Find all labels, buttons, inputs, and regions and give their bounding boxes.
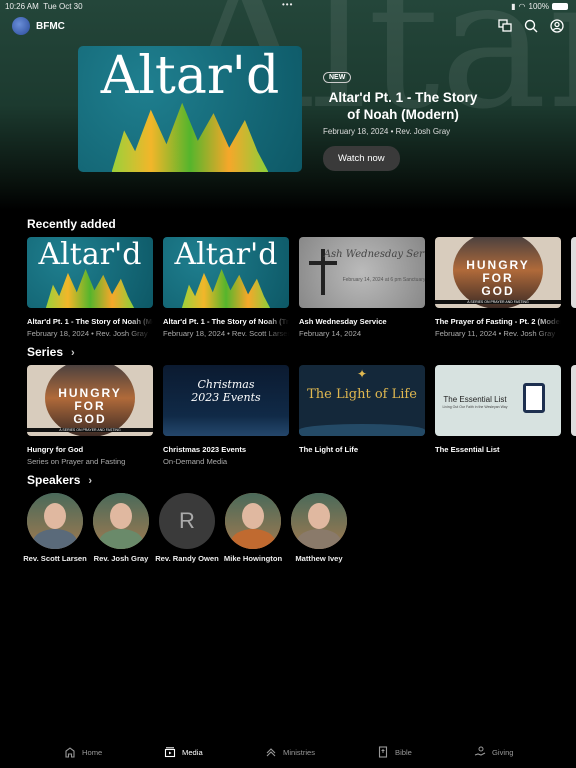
speaker-avatar <box>27 493 83 549</box>
thumbnail: Ash Wednesday ServiceFebruary 14, 2024 a… <box>299 237 425 308</box>
speaker-name: Matthew Ivey <box>295 554 343 563</box>
speaker[interactable]: Rev. Josh Gray <box>93 493 149 564</box>
media-card[interactable]: Altar'd Altar'd Pt. 1 - The Story of Noah… <box>163 237 289 338</box>
hero-meta: February 18, 2024 • Rev. Josh Gray <box>323 127 451 136</box>
card-subtitle: On-Demand Media <box>163 457 228 466</box>
speaker-avatar <box>291 493 347 549</box>
status-time: 10:26 AM Tue Oct 30 <box>5 2 83 11</box>
media-card[interactable]: The Essential List Living Out Our Faith i… <box>435 365 561 466</box>
search-icon[interactable] <box>524 19 538 33</box>
flames-art <box>111 102 269 172</box>
chevrons-up-icon <box>266 748 276 757</box>
media-card[interactable]: HUNGRY FOR GOD A SERIES ON PRAYER AND FAS… <box>27 365 153 466</box>
thumbnail: HUNGRY FOR GOD A SERIES ON PRAYER AND FAS… <box>435 237 561 308</box>
thumbnail: Altar'd <box>163 237 289 308</box>
series-row: HUNGRY FOR GOD A SERIES ON PRAYER AND FAS… <box>27 365 576 466</box>
card-subtitle: February 11, 2024 • Rev. Josh Gray <box>435 329 556 338</box>
card-title: Ash Wednesday Service <box>299 317 387 326</box>
card-title: Christmas 2023 Events <box>163 445 247 454</box>
speaker[interactable]: Matthew Ivey <box>291 493 347 564</box>
thumbnail: The Essential List Living Out Our Faith i… <box>435 365 561 436</box>
multitask-dots: ••• <box>282 0 294 9</box>
tab-media[interactable]: Media <box>164 746 203 758</box>
hero-info: NEW Altar'd Pt. 1 - The Story of Noah (M… <box>323 66 483 171</box>
new-badge: NEW <box>323 72 352 83</box>
speaker-avatar <box>225 493 281 549</box>
media-card[interactable]: Ash Wednesday ServiceFebruary 14, 2024 a… <box>299 237 425 338</box>
card-title: Altar'd Pt. 1 - The Story of Noah (Moder… <box>27 317 153 326</box>
church-logo[interactable] <box>12 17 30 35</box>
home-icon <box>65 747 75 758</box>
tab-label: Media <box>182 747 203 757</box>
card-title: The Essential List <box>435 445 500 454</box>
brand-name: BFMC <box>36 20 65 32</box>
speaker-name: Rev. Randy Owen <box>155 554 219 563</box>
speaker[interactable]: R Rev. Randy Owen <box>155 493 219 564</box>
tab-bible[interactable]: Bible <box>377 746 412 758</box>
speaker[interactable]: Mike Howington <box>224 493 282 564</box>
speakers-row: Rev. Scott Larsen Rev. Josh Gray R Rev. Ran… <box>23 493 347 564</box>
card-subtitle: February 18, 2024 • Rev. Scott Larsen <box>163 329 289 338</box>
speaker-avatar <box>93 493 149 549</box>
tab-ministries[interactable]: Ministries <box>265 746 315 758</box>
speaker[interactable]: Rev. Scott Larsen <box>23 493 87 564</box>
hero-artwork[interactable]: Altar'd <box>78 46 302 172</box>
watch-now-button[interactable]: Watch now <box>323 146 400 171</box>
media-card-partial[interactable] <box>571 237 576 338</box>
account-icon[interactable] <box>550 19 564 33</box>
chevron-right-icon: › <box>71 347 75 359</box>
recently-added-row: Altar'd Altar'd Pt. 1 - The Story of Noah… <box>27 237 576 338</box>
series-heading[interactable]: Series › <box>27 345 75 359</box>
tab-label: Giving <box>492 747 514 757</box>
tab-label: Ministries <box>283 747 316 757</box>
hero-title: Altar'd Pt. 1 - The Story of Noah (Moder… <box>328 90 478 122</box>
media-card[interactable]: Christmas 2023 Events Christmas 2023 Even… <box>163 365 289 466</box>
card-title: Hungry for God <box>27 445 84 454</box>
hero-artwork-text: Altar'd <box>100 46 280 106</box>
speaker-name: Rev. Josh Gray <box>93 554 149 563</box>
card-subtitle: February 14, 2024 <box>299 329 362 338</box>
chevron-right-icon: › <box>88 475 93 487</box>
bible-icon <box>378 746 388 758</box>
signal-icon: ▮ <box>511 2 516 11</box>
tab-label: Bible <box>395 747 412 757</box>
thumbnail: HUNGRY FOR GOD A SERIES ON PRAYER AND FAS… <box>27 365 153 436</box>
media-card[interactable]: HUNGRY FOR GOD A SERIES ON PRAYER AND FAS… <box>435 237 561 338</box>
recently-added-heading: Recently added <box>27 217 116 231</box>
card-title: The Light of Life <box>299 445 359 454</box>
thumbnail: Christmas 2023 Events <box>163 365 289 436</box>
speaker-name: Mike Howington <box>223 554 283 563</box>
media-card[interactable]: Altar'd Altar'd Pt. 1 - The Story of Noah… <box>27 237 153 338</box>
giving-icon <box>474 746 486 756</box>
chat-icon[interactable] <box>498 19 512 33</box>
battery-level: 100% <box>528 2 549 11</box>
status-bar: 10:26 AM Tue Oct 30 ••• ▮ ◠ 100% <box>0 0 576 14</box>
status-right: ▮ ◠ 100% <box>511 2 568 11</box>
top-bar: BFMC <box>12 16 564 36</box>
media-card[interactable]: ✦ The Light of Life The Light of Life <box>299 365 425 466</box>
tab-label: Home <box>82 747 103 757</box>
tab-bar: Home Media Ministries Bible Giving <box>0 738 576 768</box>
tab-home[interactable]: Home <box>64 746 102 758</box>
thumbnail: ✦ The Light of Life <box>299 365 425 436</box>
card-subtitle: February 18, 2024 • Rev. Josh Gray <box>27 329 148 338</box>
thumbnail: Altar'd <box>27 237 153 308</box>
tab-giving[interactable]: Giving <box>474 746 514 758</box>
speaker-avatar: R <box>159 493 215 549</box>
media-icon <box>164 747 176 758</box>
speaker-name: Rev. Scott Larsen <box>23 554 87 563</box>
media-card-partial[interactable] <box>571 365 576 466</box>
speakers-heading[interactable]: Speakers › <box>27 473 92 487</box>
card-title: The Prayer of Fasting - Pt. 2 (Modern) <box>435 317 561 326</box>
wifi-icon: ◠ <box>518 2 526 11</box>
battery-icon <box>552 3 568 10</box>
card-title: Altar'd Pt. 1 - The Story of Noah (Tradi… <box>163 317 289 326</box>
card-subtitle: Series on Prayer and Fasting <box>27 457 126 466</box>
